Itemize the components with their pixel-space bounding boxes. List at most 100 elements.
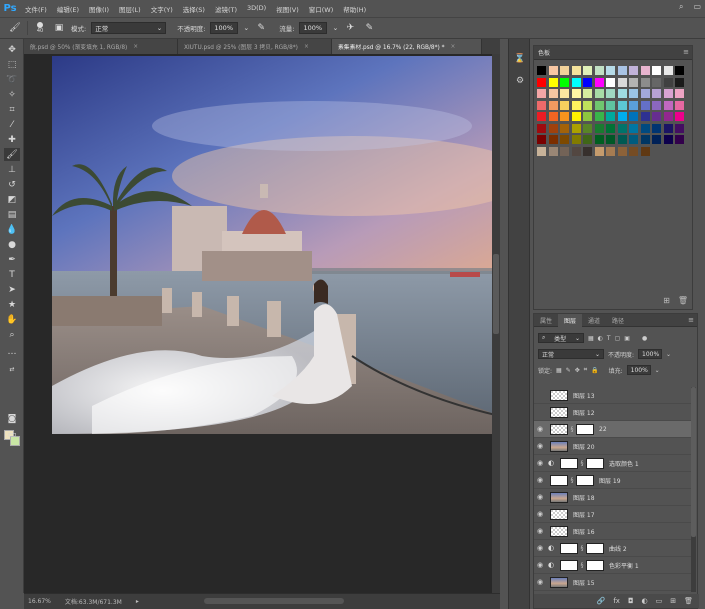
color-swatch[interactable] [617,123,627,133]
layer-row[interactable]: ◉ 图层 16 [534,523,692,540]
layer-mask-thumbnail[interactable] [576,423,594,435]
chevron-down-icon[interactable]: ⌄ [655,367,660,374]
lock-all-icon[interactable]: 🔒 [591,367,598,374]
color-swatch[interactable] [583,100,592,110]
menu-item[interactable]: 文件(F) [20,4,52,14]
flow-field[interactable]: 100% [299,22,328,34]
layer-mask-thumbnail[interactable] [586,542,604,554]
color-swatch[interactable] [583,146,592,156]
status-menu-icon[interactable]: ▸ [136,598,139,605]
tab-doc-1[interactable]: 航.psd @ 50% (渐变填充 1, RGB/8) × [24,39,178,54]
visibility-eye-icon[interactable]: ◉ [534,578,546,586]
pen-tool-icon[interactable]: ✒ [4,253,20,266]
color-swatch[interactable] [537,135,546,144]
color-swatch[interactable] [617,146,627,156]
color-swatch[interactable] [629,100,638,110]
color-swatch[interactable] [663,66,673,75]
visibility-eye-icon[interactable]: ◉ [534,544,546,552]
layer-thumbnail[interactable] [550,406,568,418]
eraser-icon[interactable]: ◩ [4,193,20,206]
color-swatch[interactable] [663,112,673,121]
color-swatch[interactable] [652,66,661,75]
pressure-opacity-icon[interactable]: ✎ [254,21,268,35]
color-swatch[interactable] [606,77,615,87]
color-swatch[interactable] [548,135,558,144]
color-swatch[interactable] [583,89,592,98]
color-swatch[interactable] [548,123,558,133]
new-group-icon[interactable]: ▭ [656,597,663,605]
color-swatch[interactable] [571,123,581,133]
color-swatch[interactable] [560,146,569,156]
color-swatch[interactable] [640,135,650,144]
visibility-eye-icon[interactable]: ◉ [534,527,546,535]
layer-row[interactable]: ◉ 图层 15 [534,574,692,591]
magic-wand-icon[interactable]: ✧ [4,88,20,101]
layer-row[interactable]: ◉ 图层 17 [534,506,692,523]
visibility-eye-icon[interactable]: ◉ [534,476,546,484]
eyedropper-icon[interactable]: ⁄ [4,118,20,131]
gradient-tool-icon[interactable]: ▤ [4,208,20,221]
new-adjustment-icon[interactable]: ◐ [642,597,648,605]
color-swatch[interactable] [652,112,661,121]
mask-link-icon[interactable]: § [578,460,586,467]
brush-tool-icon[interactable]: 🖌 [4,148,20,161]
color-swatch[interactable] [560,135,569,144]
panel-menu-icon[interactable]: ≡ [683,48,689,56]
color-swatch[interactable] [594,77,604,87]
visibility-eye-icon[interactable]: ◉ [534,510,546,518]
layer-thumbnail[interactable] [550,576,568,588]
color-swatch[interactable] [571,100,581,110]
layer-opacity-field[interactable]: 100% [638,349,663,359]
color-swatch[interactable] [606,112,615,121]
color-swatch[interactable] [640,89,650,98]
color-swatch[interactable] [629,89,638,98]
clone-stamp-icon[interactable]: ⊥ [4,163,20,176]
color-swatch[interactable] [548,66,558,75]
shape-tool-icon[interactable]: ★ [4,298,20,311]
color-swatch[interactable] [606,100,615,110]
color-swatch[interactable] [537,112,546,121]
color-swatch[interactable] [571,89,581,98]
trash-icon[interactable]: 🗑 [678,296,688,305]
color-swatch[interactable] [537,146,546,156]
color-swatch[interactable] [663,77,673,87]
color-swatch[interactable] [640,100,650,110]
color-swatch[interactable] [640,77,650,87]
layer-row[interactable]: 图层 12 [534,404,692,421]
color-swatch[interactable] [548,100,558,110]
color-swatch[interactable] [583,66,592,75]
color-swatch[interactable] [560,89,569,98]
color-swatch[interactable] [652,89,661,98]
swap-colors-icon[interactable]: ⇄ [4,363,20,376]
color-swatch[interactable] [640,66,650,75]
color-swatch[interactable] [617,135,627,144]
quick-mask-icon[interactable]: ◙ [4,412,20,425]
color-swatch[interactable] [537,100,546,110]
hand-tool-icon[interactable]: ✋ [4,313,20,326]
layer-thumbnail[interactable] [550,525,568,537]
menu-item[interactable]: 图像(I) [84,4,114,14]
color-swatch[interactable] [560,123,569,133]
color-swatch[interactable] [640,146,650,156]
layer-thumbnail[interactable] [550,508,568,520]
color-swatch[interactable] [606,123,615,133]
menu-item[interactable]: 3D(D) [242,4,271,14]
brush-size-icon[interactable]: 40 [33,21,47,35]
color-swatch[interactable] [629,112,638,121]
color-swatch[interactable] [617,112,627,121]
tab-doc-3[interactable]: 素集素材.psd @ 16.7% (22, RGB/8*) * × [332,39,482,54]
properties-panel-icon[interactable]: ⚙ [514,75,526,87]
filter-adjustment-icon[interactable]: ◐ [598,335,603,342]
document-canvas-photo[interactable] [52,56,500,434]
color-swatch[interactable] [629,66,638,75]
color-swatch[interactable] [606,135,615,144]
filter-shape-icon[interactable]: ▢ [615,335,621,342]
menu-item[interactable]: 图层(L) [114,4,146,14]
tab-properties[interactable]: 属性 [534,314,558,327]
link-layers-icon[interactable]: 🔗 [597,597,606,605]
color-swatch[interactable] [640,123,650,133]
filter-toggle-icon[interactable]: ● [642,335,647,342]
color-swatch[interactable] [594,146,604,156]
menu-item[interactable]: 帮助(H) [338,4,371,14]
layer-thumbnail[interactable] [560,542,578,554]
